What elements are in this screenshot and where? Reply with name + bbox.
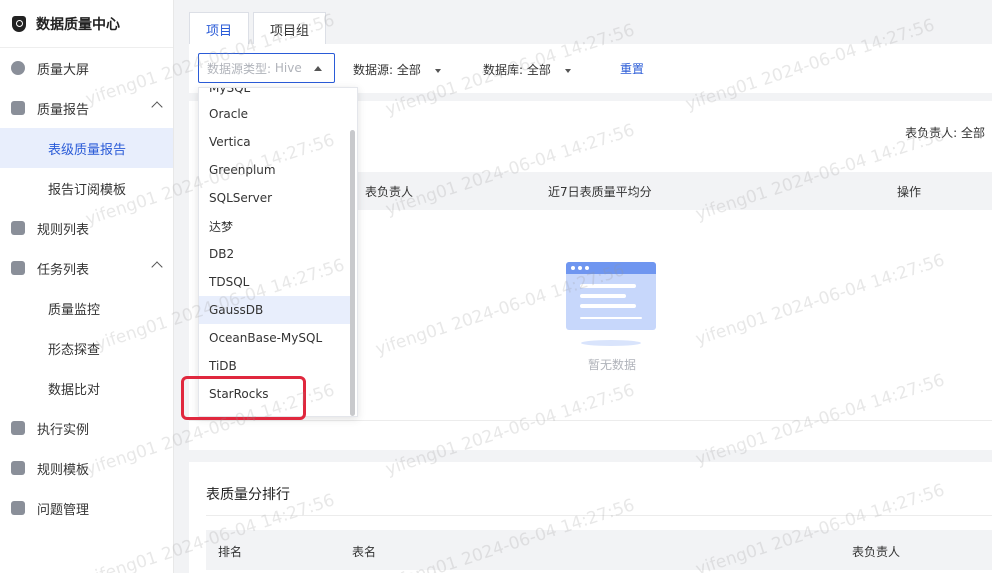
column-header-table-name: 表名: [352, 545, 377, 559]
sidebar-item-issue-management[interactable]: 问题管理: [0, 488, 173, 528]
sidebar-item-label: 表级质量报告: [48, 142, 127, 158]
caret-down-icon: [434, 68, 441, 73]
column-header-owner: 表负责人: [852, 545, 901, 559]
datasource-type-label: 数据源类型:: [207, 61, 272, 76]
datasource-type-select[interactable]: 数据源类型: Hive: [198, 53, 335, 83]
dropdown-option-vertica[interactable]: Vertica: [199, 128, 350, 156]
sidebar-item-profile-explore[interactable]: 形态探查: [0, 328, 173, 368]
column-header-owner: 表负责人: [365, 185, 414, 199]
template-icon: [11, 461, 25, 475]
empty-state-icon: [566, 262, 656, 346]
caret-up-icon: [314, 66, 322, 71]
datasource-select[interactable]: 数据源: 全部: [353, 61, 441, 78]
dropdown-option-oracle[interactable]: Oracle: [199, 100, 350, 128]
document-icon: [11, 221, 25, 235]
sidebar-item-execution-instance[interactable]: 执行实例: [0, 408, 173, 448]
sidebar-item-label: 任务列表: [37, 262, 90, 278]
sidebar-item-label: 形态探查: [48, 342, 101, 358]
sidebar-item-rule-template[interactable]: 规则模板: [0, 448, 173, 488]
app-title: 数据质量中心: [36, 16, 120, 33]
dropdown-option-tdsql[interactable]: TDSQL: [199, 268, 350, 296]
sidebar-item-label: 报告订阅模板: [48, 182, 127, 198]
brand: 数据质量中心: [0, 0, 173, 48]
pie-chart-icon: [11, 61, 25, 75]
task-icon: [11, 261, 25, 275]
filter-bar: 数据源类型: Hive 数据源: 全部 数据库: 全部 重置: [189, 44, 992, 93]
sidebar-item-label: 质量大屏: [37, 62, 90, 78]
tab-project[interactable]: 项目: [189, 12, 250, 45]
sidebar-item-report-subscription[interactable]: 报告订阅模板: [0, 168, 173, 208]
caret-down-icon: [564, 68, 571, 73]
sidebar: 数据质量中心 质量大屏 质量报告 表级质量报告 报告订阅模板 规则列表 任务列表…: [0, 0, 174, 573]
ranking-card: 表质量分排行 排名 表名 表负责人: [189, 462, 992, 573]
datasource-select-label: 数据源: 全部: [353, 63, 421, 77]
tab-bar: 项目 项目组: [189, 12, 330, 45]
tab-project-group[interactable]: 项目组: [253, 12, 327, 45]
monitor-icon: [11, 421, 25, 435]
sidebar-item-label: 规则列表: [37, 222, 90, 238]
chart-icon: [11, 101, 25, 115]
dropdown-option-gaussdb[interactable]: GaussDB: [199, 296, 350, 324]
sidebar-item-quality-monitor[interactable]: 质量监控: [0, 288, 173, 328]
sidebar-item-quality-dashboard[interactable]: 质量大屏: [0, 48, 173, 88]
column-header-avg-score: 近7日表质量平均分: [548, 185, 652, 199]
column-header-actions: 操作: [897, 185, 922, 199]
ranking-table-header: 排名 表名 表负责人: [206, 530, 992, 570]
reset-button[interactable]: 重置: [620, 60, 644, 77]
dropdown-scrollbar[interactable]: [350, 130, 355, 416]
owner-filter[interactable]: 表负责人: 全部: [905, 124, 985, 141]
sidebar-item-rule-list[interactable]: 规则列表: [0, 208, 173, 248]
dropdown-option-db2[interactable]: DB2: [199, 240, 350, 268]
datasource-type-dropdown: MySQL Oracle Vertica Greenplum SQLServer…: [198, 87, 358, 417]
dropdown-option-greenplum[interactable]: Greenplum: [199, 156, 350, 184]
ranking-title: 表质量分排行: [206, 487, 290, 503]
divider: [206, 515, 992, 516]
sidebar-item-label: 质量监控: [48, 302, 101, 318]
database-select-label: 数据库: 全部: [483, 63, 551, 77]
column-header-rank: 排名: [218, 545, 243, 559]
sidebar-item-label: 数据比对: [48, 382, 101, 398]
starrocks-highlight-box: [181, 376, 306, 420]
sidebar-item-label: 质量报告: [37, 102, 90, 118]
dropdown-option-dameng[interactable]: 达梦: [199, 212, 350, 240]
sidebar-item-label: 规则模板: [37, 462, 90, 478]
dropdown-option-sqlserver[interactable]: SQLServer: [199, 184, 350, 212]
sidebar-item-label: 问题管理: [37, 502, 90, 518]
issue-icon: [11, 501, 25, 515]
divider: [189, 420, 992, 421]
sidebar-item-table-quality-report[interactable]: 表级质量报告: [0, 128, 173, 168]
sidebar-item-quality-report[interactable]: 质量报告: [0, 88, 173, 128]
sidebar-item-label: 执行实例: [37, 422, 90, 438]
empty-state-text: 暂无数据: [588, 358, 637, 372]
chevron-up-icon: [151, 261, 163, 273]
shield-icon: [12, 15, 26, 32]
sidebar-item-task-list[interactable]: 任务列表: [0, 248, 173, 288]
sidebar-item-data-compare[interactable]: 数据比对: [0, 368, 173, 408]
dropdown-option-oceanbase-mysql[interactable]: OceanBase-MySQL: [199, 324, 350, 352]
chevron-up-icon: [151, 101, 163, 113]
database-select[interactable]: 数据库: 全部: [483, 61, 571, 78]
datasource-type-value: Hive: [274, 61, 302, 75]
